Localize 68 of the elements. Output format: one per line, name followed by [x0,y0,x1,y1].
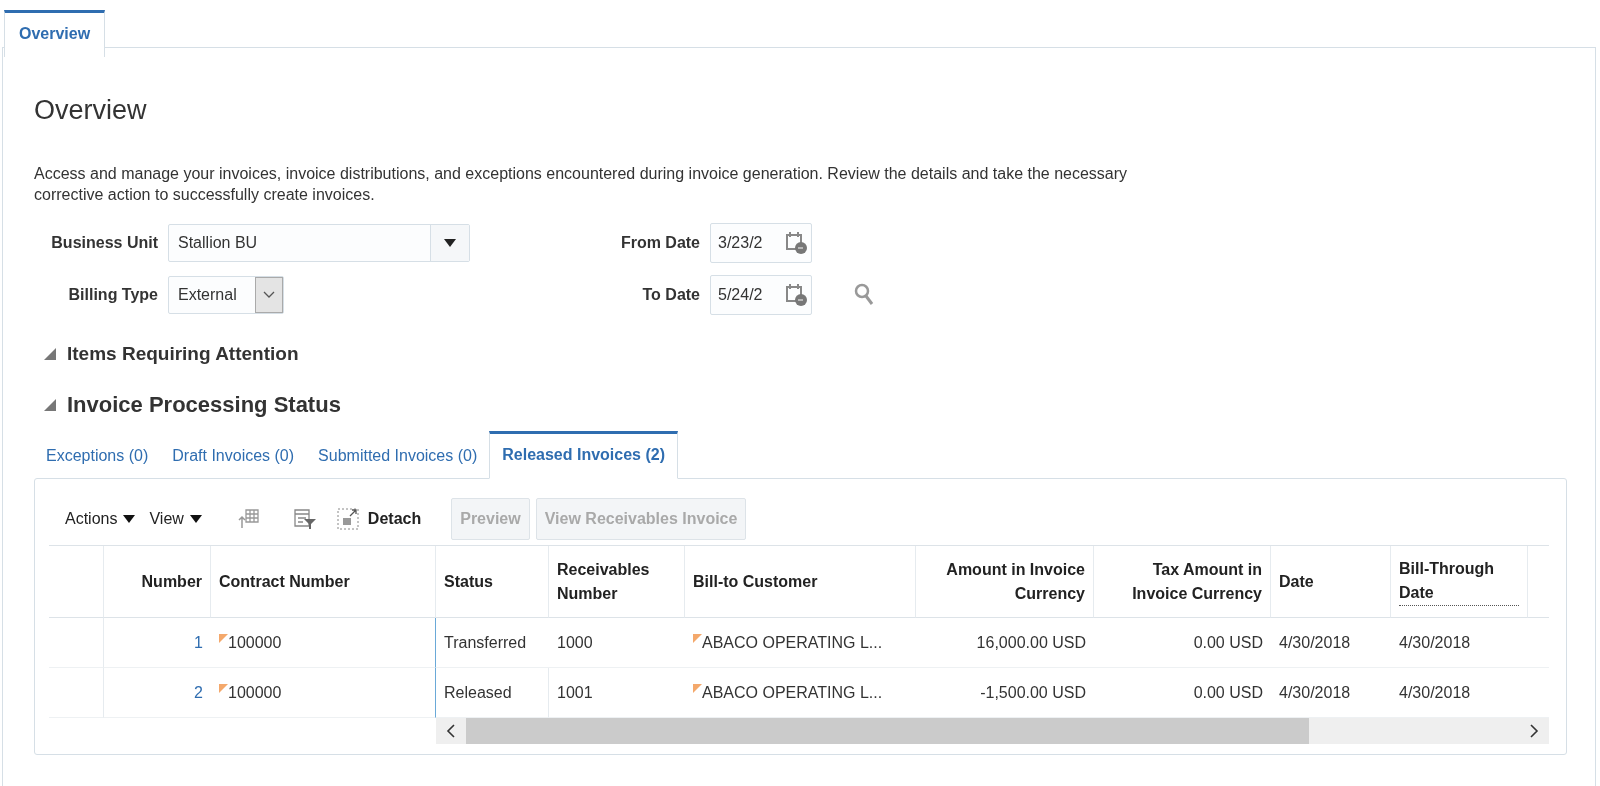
table-cell: 100000 [228,683,282,702]
section-heading: Items Requiring Attention [67,343,299,365]
section-heading: Invoice Processing Status [67,392,341,418]
status-header: Status [444,571,493,592]
contract-number-header: Contract Number [219,571,350,592]
dropdown-icon [444,238,456,248]
table-cell: ABACO OPERATING L... [702,633,883,652]
calendar-icon [785,231,809,255]
date-field[interactable]: 3/23/2 [710,223,812,263]
table-cell: 0.00 USD [1193,683,1263,702]
table-cell: ABACO OPERATING L... [702,683,883,702]
bill-to-customer-header: Bill-to Customer [693,571,818,592]
calendar-icon [785,283,809,307]
horizontal-scrollbar[interactable] [436,718,1549,744]
row-header-cell[interactable] [49,668,104,718]
search-icon[interactable] [854,283,876,307]
field-label: To Date [641,286,701,304]
overview-tab[interactable]: Overview [4,10,106,57]
collapse-triangle-icon[interactable] [43,398,57,412]
filter-icon[interactable] [292,508,317,530]
table-cell: Released [444,683,512,702]
field-label: Billing Type [67,286,159,304]
page-title: Overview [34,95,148,127]
field-label: From Date [619,234,701,252]
row-header-cell[interactable] [49,618,104,668]
status-tab[interactable]: Exceptions (0) [34,434,161,478]
note-corner-icon [219,634,228,643]
table-cell: 4/30/2018 [1399,633,1471,652]
status-tab[interactable]: Submitted Invoices (0) [306,434,490,478]
scroll-left-icon[interactable] [446,724,456,738]
actions-menu[interactable]: Actions [65,510,136,528]
detach-icon [336,508,359,530]
caret-icon [189,515,202,523]
status-tab[interactable]: Draft Invoices (0) [160,434,307,478]
chevron-down-icon [263,291,275,299]
status-tab[interactable]: Released Invoices (2) [489,431,678,479]
table-cell: 4/30/2018 [1279,683,1351,702]
table-cell: 1000 [557,633,593,652]
note-corner-icon [693,634,702,643]
business-unit-select[interactable]: Stallion BU [168,224,470,262]
freeze-columns-icon[interactable] [237,508,260,530]
table-cell: 16,000.00 USD [976,633,1086,652]
table-cell: -1,500.00 USD [980,683,1086,702]
note-corner-icon [693,684,702,693]
table-cell: Transferred [444,633,527,652]
bill-through-date-header: Bill-Through Date [1399,557,1519,606]
field-label: Business Unit [50,234,159,252]
row-number-link[interactable]: 2 [194,683,203,702]
table-cell: 100000 [228,633,282,652]
receivables-number-header: Receivables Number [557,559,651,604]
number-header: Number [141,571,202,592]
table-cell: 4/30/2018 [1279,633,1351,652]
amount-header: Amount in Invoice Currency [945,559,1085,604]
caret-icon [123,515,136,523]
table-cell: 0.00 USD [1193,633,1263,652]
collapse-triangle-icon[interactable] [43,347,57,361]
page-description: Access and manage your invoices, invoice distributions, and exceptions encountered during invoice generation. Review the details and take the necessary corrective action to successfully create invoices. [34,164,1129,205]
tax-amount-header: Tax Amount in Invoice Currency [1131,559,1262,604]
date-field[interactable]: 5/24/2 [710,275,812,315]
row-number-link[interactable]: 1 [194,633,203,652]
view-menu[interactable]: View [149,510,202,528]
table-cell: 4/30/2018 [1399,683,1471,702]
scroll-right-icon[interactable] [1529,724,1539,738]
note-corner-icon [219,684,228,693]
table-cell: 1001 [557,683,593,702]
billing-type-select[interactable]: External [168,276,284,314]
date-header: Date [1279,571,1314,592]
detach-button[interactable]: Detach [336,508,422,530]
